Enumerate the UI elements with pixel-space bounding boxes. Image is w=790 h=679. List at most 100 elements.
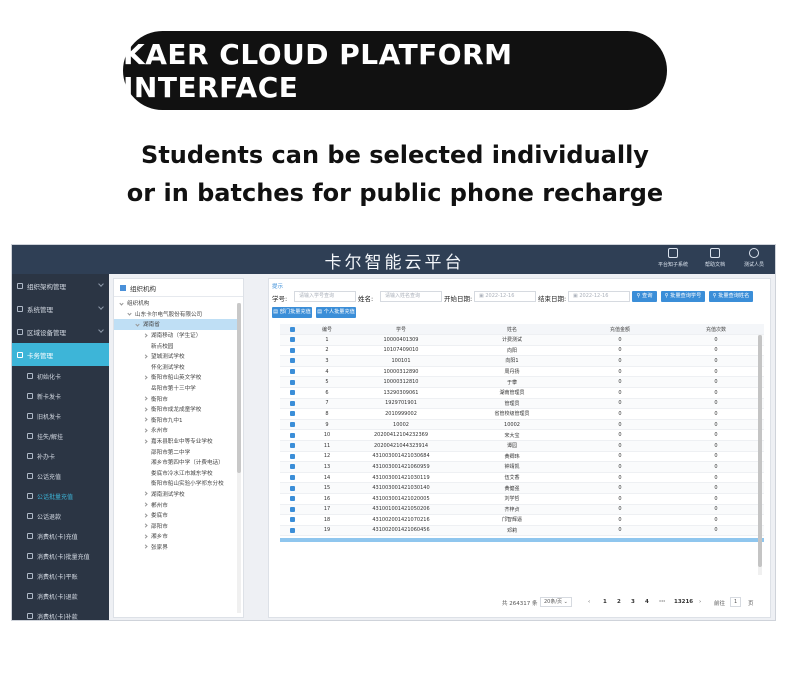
row-checkbox[interactable] bbox=[289, 390, 295, 396]
batch-query-id-button[interactable]: ⚲ 批量查询学号 bbox=[661, 291, 705, 302]
tree-node[interactable]: 衡阳市 bbox=[114, 393, 237, 404]
chevron-right-icon[interactable] bbox=[143, 354, 148, 359]
table-row[interactable]: 13 431003001421060959 钟靖凯 0 0 bbox=[280, 462, 764, 473]
tree-node[interactable]: 湖南移动（学生证） bbox=[114, 330, 237, 341]
page-2[interactable]: 2 bbox=[617, 599, 621, 605]
tree-node[interactable]: 娄底市冷水江市城东学校 bbox=[114, 468, 237, 479]
row-checkbox[interactable] bbox=[289, 411, 295, 417]
student-id-input[interactable]: 请输入学号查询 bbox=[294, 291, 356, 302]
table-row[interactable]: 12 431003001421030684 黄卿玮 0 0 bbox=[280, 452, 764, 463]
sidebar-item-14[interactable]: 消费机(卡)平账 bbox=[12, 566, 109, 586]
chevron-down-icon[interactable] bbox=[127, 311, 132, 317]
sidebar-item-2[interactable]: 区域设备管理 bbox=[12, 320, 109, 343]
tree-node[interactable]: 怀化测试学校 bbox=[114, 362, 237, 373]
page-3[interactable]: 3 bbox=[631, 599, 635, 605]
sidebar-item-1[interactable]: 系统管理 bbox=[12, 297, 109, 320]
row-checkbox[interactable] bbox=[289, 506, 295, 512]
select-all-checkbox[interactable] bbox=[289, 326, 295, 332]
start-date-input[interactable]: ▣ 2022-12-16 bbox=[474, 291, 536, 302]
table-row[interactable]: 14 431003001421030119 伍艾香 0 0 bbox=[280, 473, 764, 484]
topbar-item-user[interactable]: 测试人员 bbox=[736, 248, 772, 268]
tree-node[interactable]: 湖南省 bbox=[114, 319, 237, 330]
sidebar-item-8[interactable]: 补办卡 bbox=[12, 446, 109, 466]
chevron-right-icon[interactable] bbox=[143, 417, 148, 422]
row-checkbox[interactable] bbox=[289, 379, 295, 385]
chevron-right-icon[interactable] bbox=[143, 332, 148, 338]
chevron-down-icon[interactable] bbox=[135, 322, 140, 327]
chevron-right-icon[interactable] bbox=[143, 407, 148, 412]
row-checkbox[interactable] bbox=[289, 485, 295, 491]
sidebar-item-11[interactable]: 公话退款 bbox=[12, 506, 109, 526]
sidebar-item-13[interactable]: 消费机(卡)批量充值 bbox=[12, 546, 109, 566]
tree-node[interactable]: 邵阳市 bbox=[114, 520, 237, 531]
end-date-input[interactable]: ▣ 2022-12-16 bbox=[568, 291, 630, 302]
page-4[interactable]: 4 bbox=[645, 599, 649, 605]
row-checkbox[interactable] bbox=[289, 517, 295, 523]
table-row[interactable]: 3 100101 向阳1 0 0 bbox=[280, 356, 764, 367]
sidebar-item-16[interactable]: 消费机(卡)补款 bbox=[12, 606, 109, 620]
next-page-icon[interactable]: › bbox=[699, 599, 701, 605]
goto-page-input[interactable]: 1 bbox=[730, 597, 742, 607]
sidebar-item-3[interactable]: 卡务管理 bbox=[12, 343, 109, 366]
tree-node[interactable]: 山东卡尔电气股份有限公司 bbox=[114, 309, 237, 320]
sidebar-item-12[interactable]: 消费机(卡)充值 bbox=[12, 526, 109, 546]
sidebar-item-9[interactable]: 公话充值 bbox=[12, 466, 109, 486]
sidebar-item-0[interactable]: 组织架构管理 bbox=[12, 274, 109, 297]
chevron-right-icon[interactable] bbox=[143, 513, 148, 518]
table-row[interactable]: 2 10107409010 向阳 0 0 bbox=[280, 346, 764, 357]
table-row[interactable]: 7 1929701901 管理员 0 0 bbox=[280, 398, 764, 410]
row-checkbox[interactable] bbox=[289, 369, 295, 375]
chevron-down-icon[interactable] bbox=[119, 301, 124, 306]
tree-node[interactable]: 邵阳市第二中学 bbox=[114, 446, 237, 457]
table-row[interactable]: 10 20200412104232369 宋大宝 0 0 bbox=[280, 430, 764, 441]
chevron-right-icon[interactable] bbox=[143, 396, 148, 401]
chevron-right-icon[interactable] bbox=[143, 534, 148, 539]
tree-node[interactable]: 衡阳市成龙成童学校 bbox=[114, 404, 237, 415]
table-row[interactable]: 5 10000312810 于攀 0 0 bbox=[280, 377, 764, 388]
row-checkbox[interactable] bbox=[289, 464, 295, 470]
row-checkbox[interactable] bbox=[289, 358, 295, 364]
search-button[interactable]: ⚲ 查询 bbox=[632, 291, 657, 302]
chevron-right-icon[interactable] bbox=[143, 438, 148, 444]
table-row[interactable]: 16 431003001421020005 刘学哲 0 0 bbox=[280, 494, 764, 505]
tree-scrollbar[interactable] bbox=[237, 303, 241, 613]
table-scrollbar[interactable] bbox=[758, 335, 762, 575]
sidebar-item-5[interactable]: 新卡发卡 bbox=[12, 386, 109, 406]
table-row[interactable]: 8 2010999002 省管校级管理员 0 0 bbox=[280, 409, 764, 420]
table-row[interactable]: 1 10000401309 计费测试 0 0 bbox=[280, 335, 764, 346]
name-input[interactable]: 请输入姓名查询 bbox=[380, 291, 442, 302]
table-row[interactable]: 9 10002 10002 0 0 bbox=[280, 419, 764, 431]
row-checkbox[interactable] bbox=[289, 422, 295, 428]
tree-node[interactable]: 岳阳市第十三中学 bbox=[114, 383, 237, 394]
tree-node[interactable]: 湘乡市第四中学（计费电话） bbox=[114, 457, 237, 468]
tree-node[interactable]: 湖南测试学校 bbox=[114, 489, 237, 500]
row-checkbox[interactable] bbox=[289, 432, 295, 438]
page-size-select[interactable]: 20条/页 ⌄ bbox=[540, 597, 572, 607]
tree-node[interactable]: 望城测试学校 bbox=[114, 351, 237, 362]
department-batch-recharge-button[interactable]: ▤ 部门批量充值 bbox=[272, 307, 312, 318]
tree-node[interactable]: 娄底市 bbox=[114, 510, 237, 521]
page-last[interactable]: 13216 bbox=[674, 599, 693, 605]
sidebar-item-15[interactable]: 消费机(卡)退款 bbox=[12, 586, 109, 606]
tree-node[interactable]: 衡阳市船山英文学校 bbox=[114, 372, 237, 383]
topbar-item-subsystem[interactable]: 平台知子系统 bbox=[655, 248, 691, 268]
table-row[interactable]: 4 10000312890 周丹扬 0 0 bbox=[280, 367, 764, 378]
tree-node[interactable]: 组织机构 bbox=[114, 298, 237, 309]
sidebar-item-7[interactable]: 挂失/解挂 bbox=[12, 426, 109, 446]
sidebar-item-4[interactable]: 初始化卡 bbox=[12, 366, 109, 386]
tree-node[interactable]: 张家界 bbox=[114, 542, 237, 553]
personal-batch-recharge-button[interactable]: ▤ 个人批量充值 bbox=[316, 307, 356, 318]
page-ellipsis[interactable]: ··· bbox=[659, 599, 665, 605]
row-checkbox[interactable] bbox=[289, 453, 295, 459]
tree-node[interactable]: 郴州市 bbox=[114, 499, 237, 510]
tree-node[interactable]: 湘乡市 bbox=[114, 531, 237, 542]
row-checkbox[interactable] bbox=[289, 527, 295, 533]
table-row[interactable]: 15 431003001421030140 黄健强 0 0 bbox=[280, 483, 764, 494]
chevron-right-icon[interactable] bbox=[143, 523, 148, 528]
batch-query-name-button[interactable]: ⚲ 批量查询姓名 bbox=[709, 291, 753, 302]
topbar-item-help[interactable]: 帮助文档 bbox=[697, 248, 733, 268]
sidebar-item-10[interactable]: 公话批量充值 bbox=[12, 486, 109, 506]
row-checkbox[interactable] bbox=[289, 337, 295, 343]
sidebar-item-6[interactable]: 旧机发卡 bbox=[12, 406, 109, 426]
table-row[interactable]: 6 13290309061 湖南管理员 0 0 bbox=[280, 388, 764, 399]
